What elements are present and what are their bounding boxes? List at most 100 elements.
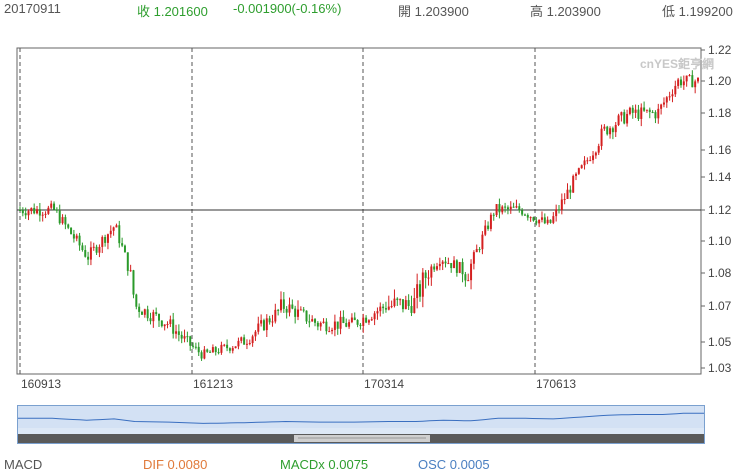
candle-body <box>424 272 427 279</box>
candle-body <box>109 230 112 235</box>
candle-body <box>47 207 50 214</box>
candle-body <box>575 173 578 176</box>
candle-body <box>609 128 612 135</box>
candle-body <box>555 209 558 217</box>
y-tick-label: 1.10 <box>708 234 732 248</box>
candle-body <box>654 112 657 119</box>
candle-body <box>192 345 195 347</box>
candle-body <box>319 323 322 327</box>
candle-body <box>217 352 220 354</box>
candle-body <box>580 165 583 169</box>
candle-body <box>436 266 439 270</box>
candle-body <box>274 309 277 322</box>
candle-body <box>180 334 183 339</box>
candle-body <box>495 204 498 216</box>
candle-body <box>302 309 305 311</box>
candle-body <box>146 309 149 319</box>
candle-body <box>384 308 387 310</box>
candle-body <box>203 349 206 359</box>
candle-body <box>455 260 458 273</box>
candle-body <box>631 107 634 113</box>
candle-body <box>410 306 413 313</box>
y-tick-label: 1.08 <box>708 266 732 280</box>
candle-body <box>600 128 603 147</box>
candle-body <box>106 234 109 243</box>
candle-body <box>694 81 697 88</box>
candle-body <box>245 343 248 345</box>
candle-body <box>70 227 73 235</box>
y-axis-labels: 1.22 1.20 1.18 1.16 1.14 1.12 1.10 1.08 1.07 1.05… <box>701 43 732 375</box>
candle-body <box>529 217 532 219</box>
candle-body <box>234 346 237 349</box>
candle-body <box>226 344 229 349</box>
candle-body <box>78 235 81 246</box>
macdx-value: MACDx 0.0075 <box>280 457 369 472</box>
y-tick-label: 1.20 <box>708 74 732 88</box>
range-navigator[interactable] <box>17 405 705 444</box>
candle-body <box>628 107 631 114</box>
candle-body <box>430 266 433 278</box>
candle-body <box>660 104 663 109</box>
candle-body <box>589 160 592 162</box>
candle-body <box>552 216 555 223</box>
y-tick-label: 1.07 <box>708 299 732 313</box>
candle-body <box>98 246 101 253</box>
candle-body <box>132 270 135 295</box>
candle-body <box>118 225 121 244</box>
candle-body <box>220 344 223 353</box>
candle-body <box>597 146 600 153</box>
candle-body <box>345 322 348 327</box>
candle-body <box>481 234 484 250</box>
candle-body <box>331 329 334 332</box>
candle-body <box>135 294 138 307</box>
candle-body <box>271 321 274 323</box>
candle-body <box>243 337 246 345</box>
candle-body <box>288 304 291 313</box>
candle-body <box>348 322 351 327</box>
candle-body <box>512 206 515 208</box>
candle-body <box>33 207 36 214</box>
candle-body <box>504 206 507 208</box>
candle-body <box>444 261 447 264</box>
candle-body <box>467 280 470 282</box>
candle-body <box>129 270 132 272</box>
y-tick-label: 1.05 <box>708 335 732 349</box>
candle-body <box>441 261 444 264</box>
candle-body <box>577 168 580 174</box>
candle-body <box>592 155 595 161</box>
candle-body <box>158 313 161 321</box>
candle-body <box>532 217 535 221</box>
candle-body <box>95 246 98 253</box>
candle-body <box>569 189 572 193</box>
candle-body <box>546 219 549 224</box>
candle-body <box>518 206 521 211</box>
candle-body <box>260 320 263 324</box>
candle-body <box>328 331 331 333</box>
candle-body <box>223 344 226 346</box>
candle-body <box>679 79 682 86</box>
dif-value: DIF 0.0080 <box>143 457 208 472</box>
candle-body <box>492 214 495 216</box>
candle-body <box>316 322 319 327</box>
candle-body <box>152 312 155 322</box>
candle-body <box>470 263 473 281</box>
candle-body <box>325 321 328 332</box>
candle-body <box>177 331 180 335</box>
candle-body <box>24 213 27 216</box>
y-tick-label: 1.18 <box>708 106 732 120</box>
candle-body <box>53 203 56 210</box>
x-tick-label: 161213 <box>193 377 233 391</box>
candle-body <box>189 336 192 346</box>
candle-body <box>433 266 436 270</box>
candle-body <box>89 247 92 260</box>
candle-body <box>421 272 424 297</box>
candle-body <box>314 319 317 323</box>
candle-body <box>279 299 282 311</box>
candle-body <box>27 211 30 216</box>
candle-body <box>387 306 390 310</box>
candle-body <box>563 198 566 200</box>
candle-body <box>268 318 271 323</box>
candle-body <box>382 306 385 309</box>
price-chart: 1.22 1.20 1.18 1.16 1.14 1.12 1.10 1.08 1.07 1.05… <box>16 43 732 391</box>
y-tick-label: 1.16 <box>708 143 732 157</box>
